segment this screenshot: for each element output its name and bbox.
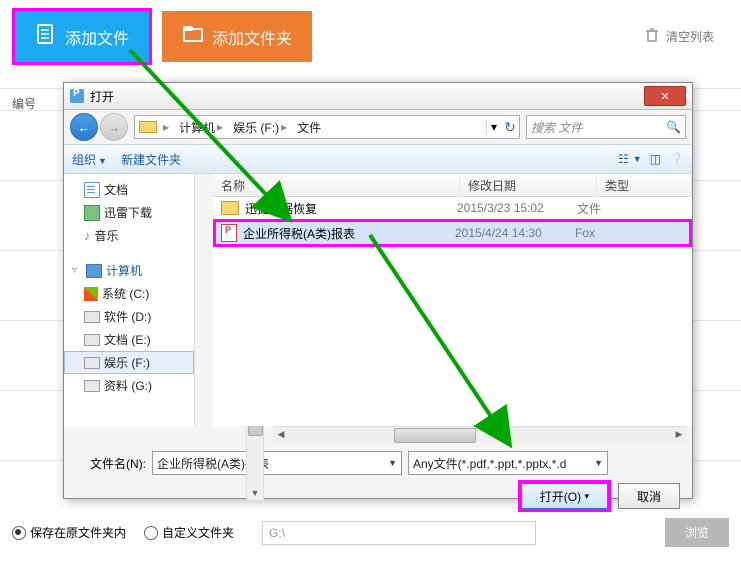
add-file-label: 添加文件 [65, 25, 129, 49]
scroll-right-icon[interactable]: ▶ [672, 427, 686, 442]
music-icon: ♪ [84, 228, 91, 243]
col-date[interactable]: 修改日期 [460, 177, 597, 194]
open-file-dialog: 打开 ✕ ← → ▸ 计算机▸ 娱乐 (F:)▸ 文件 ▾ ↻ 搜索 文件 🔍 … [63, 82, 693, 499]
save-in-source-radio[interactable]: 保存在原文件夹内 [12, 524, 126, 541]
help-button[interactable]: ❔ [669, 152, 684, 166]
browse-button[interactable]: 浏览 [665, 518, 729, 547]
refresh-button[interactable]: ↻ [501, 118, 519, 136]
radio-off-icon [144, 526, 158, 540]
clear-list-button[interactable]: 清空列表 [644, 27, 714, 46]
tree-drive-g[interactable]: 资料 (G:) [64, 374, 194, 397]
dialog-title: 打开 [90, 88, 114, 105]
preview-icon: ◫ [650, 152, 661, 166]
trash-icon [644, 27, 660, 46]
list-h-scrollbar[interactable]: ◀ ▶ [274, 426, 686, 443]
new-folder-button[interactable]: 新建文件夹 [121, 151, 181, 168]
column-number-header: 编号 [12, 95, 36, 112]
col-type[interactable]: 类型 [597, 177, 692, 194]
computer-icon [86, 264, 102, 278]
windows-icon [84, 287, 98, 301]
output-path-input[interactable]: G:\ [262, 521, 536, 545]
search-input[interactable]: 搜索 文件 🔍 [526, 115, 686, 139]
radio-on-icon [12, 526, 26, 540]
cancel-button[interactable]: 取消 [618, 483, 680, 509]
clear-list-label: 清空列表 [666, 28, 714, 45]
view-icon: ☷ [618, 152, 629, 166]
scroll-down-icon[interactable]: ▼ [247, 486, 263, 500]
custom-folder-radio[interactable]: 自定义文件夹 [144, 524, 234, 541]
list-item[interactable]: 迅捷数据恢复 2015/3/23 15:02 文件 [213, 197, 692, 219]
close-icon: ✕ [660, 90, 669, 103]
preview-pane-button[interactable]: ◫ [650, 152, 661, 166]
help-icon: ❔ [669, 152, 684, 166]
list-item-selected[interactable]: 企业所得税(A类)报表 2015/4/24 14:30 Fox [213, 219, 692, 247]
chevron-down-icon[interactable]: ▾ [491, 120, 497, 134]
tree-download[interactable]: 迅雷下载 [64, 201, 194, 224]
organize-menu[interactable]: 组织▼ [72, 151, 107, 168]
pdf-icon [221, 224, 237, 242]
nav-forward-button[interactable]: → [100, 113, 128, 141]
crumb-computer[interactable]: 计算机 [179, 119, 215, 136]
arrow-right-icon: → [108, 120, 121, 135]
download-icon [84, 205, 100, 221]
document-icon [84, 182, 100, 198]
folder-icon [182, 23, 204, 50]
folder-tree: 文档 迅雷下载 ♪音乐 ▿计算机 系统 (C:) 软件 (D:) 文档 (E:)… [64, 174, 195, 426]
scroll-left-icon[interactable]: ◀ [274, 427, 288, 442]
tree-drive-e[interactable]: 文档 (E:) [64, 328, 194, 351]
search-placeholder: 搜索 文件 [531, 119, 582, 136]
tree-drive-d[interactable]: 软件 (D:) [64, 305, 194, 328]
close-button[interactable]: ✕ [644, 86, 686, 106]
filename-input[interactable]: 企业所得税(A类)报表▼ [152, 451, 402, 475]
chevron-down-icon[interactable]: ▼ [388, 458, 397, 468]
drive-icon [139, 121, 157, 133]
tree-computer[interactable]: ▿计算机 [64, 259, 194, 282]
view-mode-button[interactable]: ☷▼ [618, 152, 642, 166]
tree-drive-c[interactable]: 系统 (C:) [64, 282, 194, 305]
refresh-icon: ↻ [504, 119, 516, 136]
tree-music[interactable]: ♪音乐 [64, 224, 194, 247]
harddrive-icon [84, 357, 100, 369]
nav-back-button[interactable]: ← [70, 113, 98, 141]
col-name[interactable]: 名称 [213, 177, 460, 194]
crumb-drive[interactable]: 娱乐 (F:) [233, 119, 279, 136]
tree-drive-f[interactable]: 娱乐 (F:) [64, 351, 194, 374]
app-icon [70, 89, 84, 103]
address-bar[interactable]: ▸ 计算机▸ 娱乐 (F:)▸ 文件 ▾ ↻ [134, 115, 520, 139]
harddrive-icon [84, 380, 100, 392]
chevron-down-icon[interactable]: ▼ [594, 458, 603, 468]
harddrive-icon [84, 334, 100, 346]
filename-label: 文件名(N): [76, 455, 146, 472]
dialog-titlebar[interactable]: 打开 ✕ [64, 83, 692, 110]
harddrive-icon [84, 311, 100, 323]
folder-icon [221, 201, 239, 215]
scroll-thumb-h[interactable] [394, 428, 476, 443]
crumb-folder[interactable]: 文件 [297, 119, 321, 136]
file-icon [35, 23, 57, 50]
add-folder-button[interactable]: 添加文件夹 [162, 11, 312, 62]
file-filter-select[interactable]: Any文件(*.pdf,*.ppt,*.pptx,*.d▼ [408, 451, 608, 475]
add-folder-label: 添加文件夹 [212, 25, 292, 49]
search-icon: 🔍 [666, 120, 681, 134]
open-button[interactable]: 打开(O) ▾ [521, 483, 608, 509]
arrow-left-icon: ← [78, 120, 91, 135]
tree-documents[interactable]: 文档 [64, 178, 194, 201]
file-list: 名称 修改日期 类型 迅捷数据恢复 2015/3/23 15:02 文件 企业所… [213, 174, 692, 426]
split-arrow-icon: ▾ [584, 491, 589, 502]
add-file-button[interactable]: 添加文件 [12, 8, 152, 65]
